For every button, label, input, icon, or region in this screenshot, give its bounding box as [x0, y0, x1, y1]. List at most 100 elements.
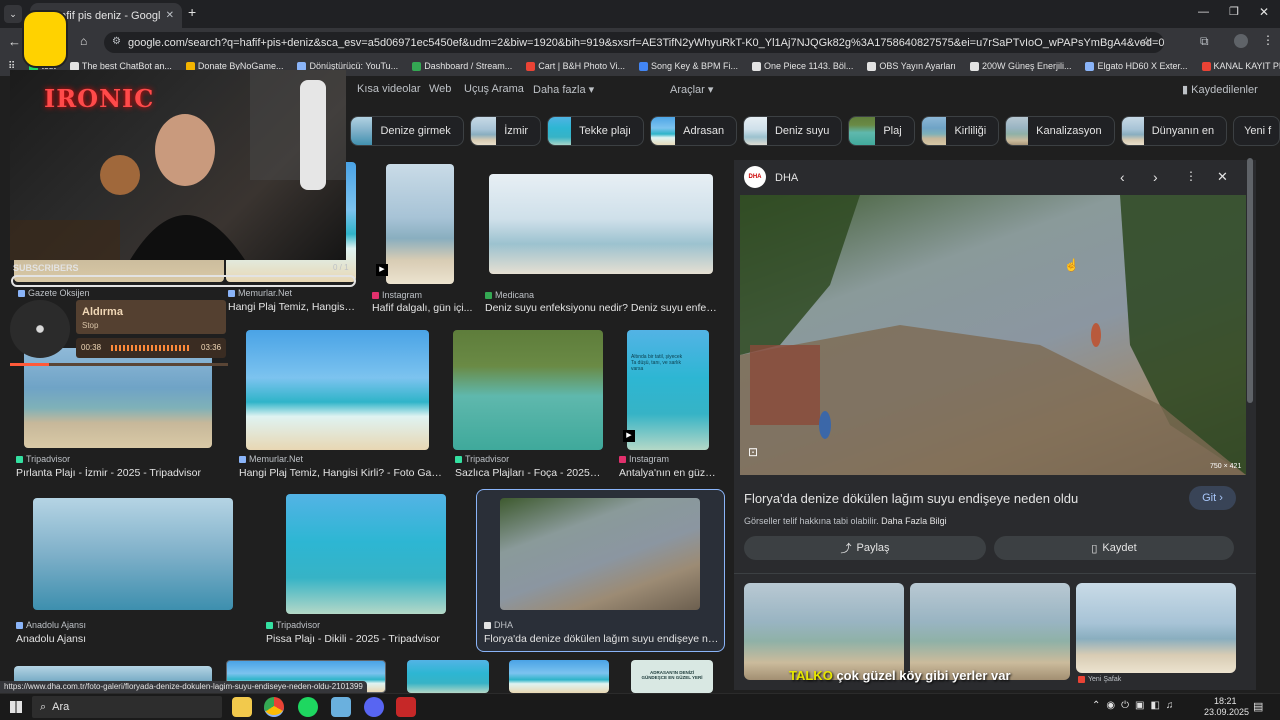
waveform	[111, 345, 191, 351]
restore-icon[interactable]: ❐	[1229, 5, 1239, 18]
preview-image[interactable]	[740, 195, 1246, 475]
extensions-icon[interactable]: ⧉	[1200, 34, 1209, 49]
nav-web[interactable]: Web	[429, 83, 451, 95]
chip-suggestion[interactable]: Kanalizasyon	[1005, 116, 1115, 146]
subscribers-progress	[11, 275, 356, 287]
nav-flights[interactable]: Uçuş Arama	[464, 83, 524, 95]
minimize-icon[interactable]: —	[1198, 6, 1209, 18]
song-title: Aldırma	[82, 306, 123, 318]
bookmark-item[interactable]: Cart | B&H Photo Vi...	[526, 61, 625, 71]
image-result[interactable]: Tripadvisor Sazlıca Plajları - Foça - 20…	[453, 326, 603, 479]
panel-title[interactable]: Florya'da denize dökülen lağım suyu endi…	[744, 491, 1078, 506]
bookmark-star-icon[interactable]: ☆	[1141, 34, 1152, 48]
chip-thumbnail	[849, 117, 876, 145]
chip-suggestion[interactable]: İzmir	[469, 116, 542, 146]
menu-icon[interactable]: ⋮	[1262, 33, 1274, 47]
file-explorer-icon[interactable]	[232, 697, 252, 717]
result-image[interactable]	[509, 660, 609, 693]
address-bar[interactable]: google.com/search?q=hafif+pis+deniz&sca_…	[104, 32, 1164, 53]
back-icon[interactable]: ←	[8, 34, 21, 49]
result-source: Instagram	[372, 290, 422, 300]
image-result[interactable]: Tripadvisor Pissa Plajı - Dikili - 2025 …	[266, 494, 466, 645]
bookmark-favicon-icon	[1201, 61, 1211, 71]
chip-suggestion[interactable]: Denize girmek	[350, 116, 464, 146]
tab-title: hafif pis deniz - Google'da Ara	[54, 9, 160, 22]
chip-suggestion[interactable]: Deniz suyu	[743, 116, 843, 146]
site-info-icon[interactable]: ⚙	[112, 36, 124, 48]
result-image[interactable]: ADRASAN'IN DENİZİ GÜNDEŞCE EN GÜZEL YERİ	[631, 660, 713, 693]
nav-shorts[interactable]: Kısa videolar	[357, 83, 421, 95]
bookmark-item[interactable]: Elgato HD60 X Exter...	[1085, 61, 1188, 71]
tray-icons[interactable]: ⌃◉⏻▣◧♫	[1092, 700, 1179, 711]
chip-thumbnail	[548, 117, 572, 145]
app-icon[interactable]	[331, 697, 351, 717]
bookmark-favicon-icon	[867, 61, 877, 71]
scrollbar[interactable]	[1247, 158, 1253, 403]
bookmark-favicon-icon	[1085, 61, 1095, 71]
chip-suggestion[interactable]: Tekke plajı	[547, 116, 645, 146]
saved-link[interactable]: ▮ Kaydedilenler	[1182, 83, 1258, 96]
new-tab-button[interactable]: +	[188, 4, 202, 24]
previous-icon[interactable]: ‹	[1120, 169, 1125, 185]
result-source: Gazete Oksijen	[18, 288, 90, 298]
bookmark-item[interactable]: Song Key & BPM Fi...	[638, 61, 738, 71]
discord-icon[interactable]	[364, 697, 384, 717]
visit-button[interactable]: Git ›	[1189, 486, 1236, 510]
source-favicon-icon	[1078, 676, 1085, 683]
subscribers-count: 0 / 1	[333, 263, 349, 272]
bookmark-item[interactable]: One Piece 1143. Böl...	[752, 61, 853, 71]
bookmark-favicon-icon	[752, 61, 761, 71]
more-info-link[interactable]: Daha Fazla Bilgi	[881, 516, 947, 526]
more-options-icon[interactable]: ⋮	[1185, 169, 1197, 183]
bookmark-favicon-icon	[638, 61, 648, 71]
image-result[interactable]: Medicana Deniz suyu enfeksiyonu nedir? D…	[485, 162, 720, 314]
image-result[interactable]: Altında bir tatil, şiyecek Ta düşü, tanı…	[619, 326, 719, 479]
related-image[interactable]	[910, 583, 1070, 680]
result-image[interactable]	[407, 660, 489, 693]
bookmark-item[interactable]: 200W Güneş Enerjili...	[969, 61, 1071, 71]
tab-search-button[interactable]: ⌄	[4, 5, 22, 23]
next-icon[interactable]: ›	[1153, 169, 1158, 185]
windows-start-icon[interactable]	[10, 701, 22, 713]
taskbar-search[interactable]: ⌕ Ara	[32, 696, 222, 718]
result-image	[33, 498, 233, 610]
chip-suggestion[interactable]: Plaj	[848, 116, 915, 146]
image-result[interactable]: Memurlar.Net Hangi Plaj Temiz, Hangisi K…	[239, 326, 444, 479]
save-button[interactable]: ▯ Kaydet	[994, 536, 1234, 560]
result-image	[627, 330, 709, 450]
bookmark-item[interactable]: OBS Yayın Ayarları	[867, 61, 956, 71]
spotify-icon[interactable]	[298, 697, 318, 717]
image-size: 750 × 421	[1210, 463, 1242, 470]
song-title-box: Aldırma Stop	[76, 300, 226, 334]
chip-suggestion[interactable]: Dünyanın en	[1120, 116, 1228, 146]
result-image	[386, 164, 454, 284]
image-result-selected[interactable]: DHA Florya'da denize dökülen lağım suyu …	[476, 489, 725, 652]
chip-suggestion[interactable]: Yeni f	[1233, 116, 1280, 146]
result-title: Antalya'nın en güzel...	[619, 467, 719, 479]
result-image	[453, 330, 603, 450]
bookmark-icon: ▮	[1182, 84, 1189, 96]
image-result[interactable]: ▶ Instagram Hafif dalgalı, gün içi...	[372, 162, 478, 314]
lens-icon[interactable]: ⊡	[748, 445, 758, 459]
chip-suggestion[interactable]: Adrasan	[650, 116, 738, 146]
image-result[interactable]: Anadolu Ajansı Anadolu Ajansı	[14, 494, 250, 645]
bookmark-item[interactable]: Dashboard / Stream...	[412, 61, 512, 71]
chrome-icon[interactable]	[264, 697, 284, 717]
share-button[interactable]: ⤴ Paylaş	[744, 536, 986, 560]
result-source: DHA	[484, 620, 513, 630]
related-image[interactable]	[744, 583, 904, 680]
song-status: Stop	[82, 321, 99, 330]
close-window-icon[interactable]: ✕	[1259, 5, 1269, 19]
nav-tools[interactable]: Araçlar ▾	[670, 83, 713, 96]
close-tab-icon[interactable]: ✕	[166, 10, 174, 21]
related-image[interactable]	[1076, 583, 1236, 673]
notification-icon[interactable]: ▤	[1253, 700, 1263, 713]
profile-avatar[interactable]	[1234, 34, 1248, 48]
chips-row: Denize girmek İzmir Tekke plajı Adrasan …	[350, 116, 1280, 148]
close-panel-icon[interactable]: ✕	[1217, 169, 1228, 185]
chip-suggestion[interactable]: Kirliliği	[920, 116, 1000, 146]
voicemeeter-icon[interactable]	[396, 697, 416, 717]
nav-more[interactable]: Daha fazla ▾	[533, 83, 594, 96]
bookmark-item[interactable]: KANAL KAYIT PROG...	[1201, 61, 1280, 71]
home-icon[interactable]: ⌂	[80, 34, 87, 48]
